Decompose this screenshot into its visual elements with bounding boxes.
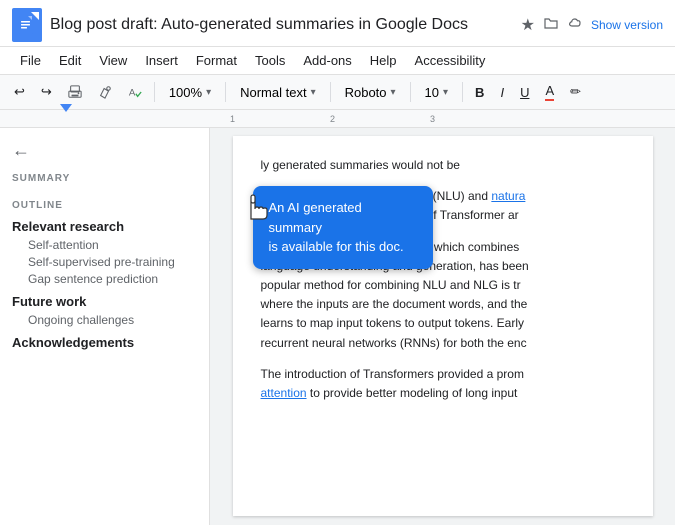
doc-text-trans2: to provide better modeling of long input bbox=[310, 386, 517, 400]
title-icons: ★ bbox=[521, 15, 583, 36]
ruler: 1 2 3 bbox=[0, 110, 675, 128]
ai-tooltip-line1: An AI generated summary bbox=[269, 200, 362, 235]
underline-button[interactable]: U bbox=[514, 81, 535, 104]
sidebar-back-arrow[interactable]: ← bbox=[12, 140, 30, 161]
menu-view[interactable]: View bbox=[91, 49, 135, 72]
outline-item-ongoing-challenges[interactable]: Ongoing challenges bbox=[28, 313, 197, 327]
doc-text-abs5: learns to map input tokens to output tok… bbox=[261, 316, 524, 330]
doc-text-abs3: popular method for combining NLU and NLG… bbox=[261, 278, 521, 292]
sidebar: ← SUMMARY OUTLINE Relevant research Self… bbox=[0, 128, 210, 525]
menu-bar: File Edit View Insert Format Tools Add-o… bbox=[0, 47, 675, 75]
textcolor-button[interactable]: A bbox=[539, 79, 560, 105]
doc-page: An AI generated summary is available for… bbox=[233, 136, 653, 516]
toolbar-divider-3 bbox=[330, 82, 331, 102]
font-chevron: ▾ bbox=[391, 87, 396, 98]
menu-accessibility[interactable]: Accessibility bbox=[407, 49, 494, 72]
undo-button[interactable]: ↩ bbox=[8, 80, 31, 104]
ruler-mark-2: 2 bbox=[330, 114, 335, 124]
menu-addons[interactable]: Add-ons bbox=[295, 49, 359, 72]
toolbar: ↩ ↪ A 100% ▾ Normal text ▾ Roboto ▾ 10 ▾… bbox=[0, 75, 675, 110]
menu-format[interactable]: Format bbox=[188, 49, 245, 72]
svg-text:A: A bbox=[129, 88, 136, 99]
menu-file[interactable]: File bbox=[12, 49, 49, 72]
paintformat-button[interactable] bbox=[92, 81, 118, 103]
show-version-link[interactable]: Show version bbox=[591, 18, 663, 32]
doc-text-intro: ly generated summaries would not be bbox=[261, 158, 460, 172]
doc-title[interactable]: Blog post draft: Auto-generated summarie… bbox=[50, 16, 513, 34]
ruler-tab[interactable] bbox=[60, 104, 72, 112]
outline-item-self-attention[interactable]: Self-attention bbox=[28, 238, 197, 252]
highlight-button[interactable]: ✏ bbox=[564, 80, 587, 104]
doc-paragraph-1: ly generated summaries would not be bbox=[261, 156, 625, 175]
font-dropdown[interactable]: Roboto ▾ bbox=[337, 81, 404, 104]
doc-text-nlu: (NLU) and bbox=[433, 189, 492, 203]
summary-label: SUMMARY bbox=[12, 173, 197, 184]
doc-text-trans1: The introduction of Transformers provide… bbox=[261, 367, 524, 381]
main-area: ← SUMMARY OUTLINE Relevant research Self… bbox=[0, 128, 675, 525]
doc-link-attention[interactable]: attention bbox=[261, 386, 307, 400]
ai-summary-tooltip[interactable]: An AI generated summary is available for… bbox=[253, 186, 433, 269]
outline-section: OUTLINE Relevant research Self-attention… bbox=[12, 200, 197, 350]
menu-help[interactable]: Help bbox=[362, 49, 405, 72]
menu-tools[interactable]: Tools bbox=[247, 49, 293, 72]
toolbar-divider-2 bbox=[225, 82, 226, 102]
outline-item-relevant-research[interactable]: Relevant research bbox=[12, 219, 197, 234]
doc-paragraph-4: The introduction of Transformers provide… bbox=[261, 365, 625, 403]
doc-area: An AI generated summary is available for… bbox=[210, 128, 675, 525]
outline-item-gap-sentence[interactable]: Gap sentence prediction bbox=[28, 272, 197, 286]
print-button[interactable] bbox=[62, 81, 88, 103]
redo-button[interactable]: ↪ bbox=[35, 80, 58, 104]
star-icon[interactable]: ★ bbox=[521, 15, 535, 35]
ruler-mark-1: 1 bbox=[230, 114, 235, 124]
doc-link-natura[interactable]: natura bbox=[491, 189, 525, 203]
style-chevron: ▾ bbox=[311, 87, 316, 98]
ai-tooltip-line2: is available for this doc. bbox=[269, 239, 404, 254]
ruler-mark-3: 3 bbox=[430, 114, 435, 124]
outline-item-self-supervised[interactable]: Self-supervised pre-training bbox=[28, 255, 197, 269]
toolbar-divider-1 bbox=[154, 82, 155, 102]
doc-icon bbox=[12, 8, 42, 42]
doc-text-abs1: , which combines bbox=[427, 240, 519, 254]
outline-item-acknowledgements[interactable]: Acknowledgements bbox=[12, 335, 197, 350]
outline-label: OUTLINE bbox=[12, 200, 197, 211]
fontsize-dropdown[interactable]: 10 ▾ bbox=[417, 81, 457, 104]
zoom-dropdown[interactable]: 100% ▾ bbox=[161, 81, 219, 104]
cloud-icon[interactable] bbox=[567, 15, 583, 36]
style-dropdown[interactable]: Normal text ▾ bbox=[232, 81, 324, 104]
toolbar-divider-5 bbox=[462, 82, 463, 102]
doc-text-abs4: where the inputs are the document words,… bbox=[261, 297, 528, 311]
fontsize-chevron: ▾ bbox=[443, 87, 448, 98]
zoom-chevron: ▾ bbox=[206, 87, 211, 98]
title-bar: Blog post draft: Auto-generated summarie… bbox=[0, 0, 675, 47]
bold-button[interactable]: B bbox=[469, 81, 490, 104]
spellcheck-button[interactable]: A bbox=[122, 81, 148, 103]
menu-edit[interactable]: Edit bbox=[51, 49, 89, 72]
toolbar-divider-4 bbox=[410, 82, 411, 102]
doc-text-abs6: recurrent neural networks (RNNs) for bot… bbox=[261, 336, 527, 350]
outline-item-future-work[interactable]: Future work bbox=[12, 294, 197, 309]
folder-icon[interactable] bbox=[543, 15, 559, 36]
menu-insert[interactable]: Insert bbox=[137, 49, 186, 72]
italic-button[interactable]: I bbox=[494, 81, 510, 104]
title-area: Blog post draft: Auto-generated summarie… bbox=[50, 16, 513, 34]
